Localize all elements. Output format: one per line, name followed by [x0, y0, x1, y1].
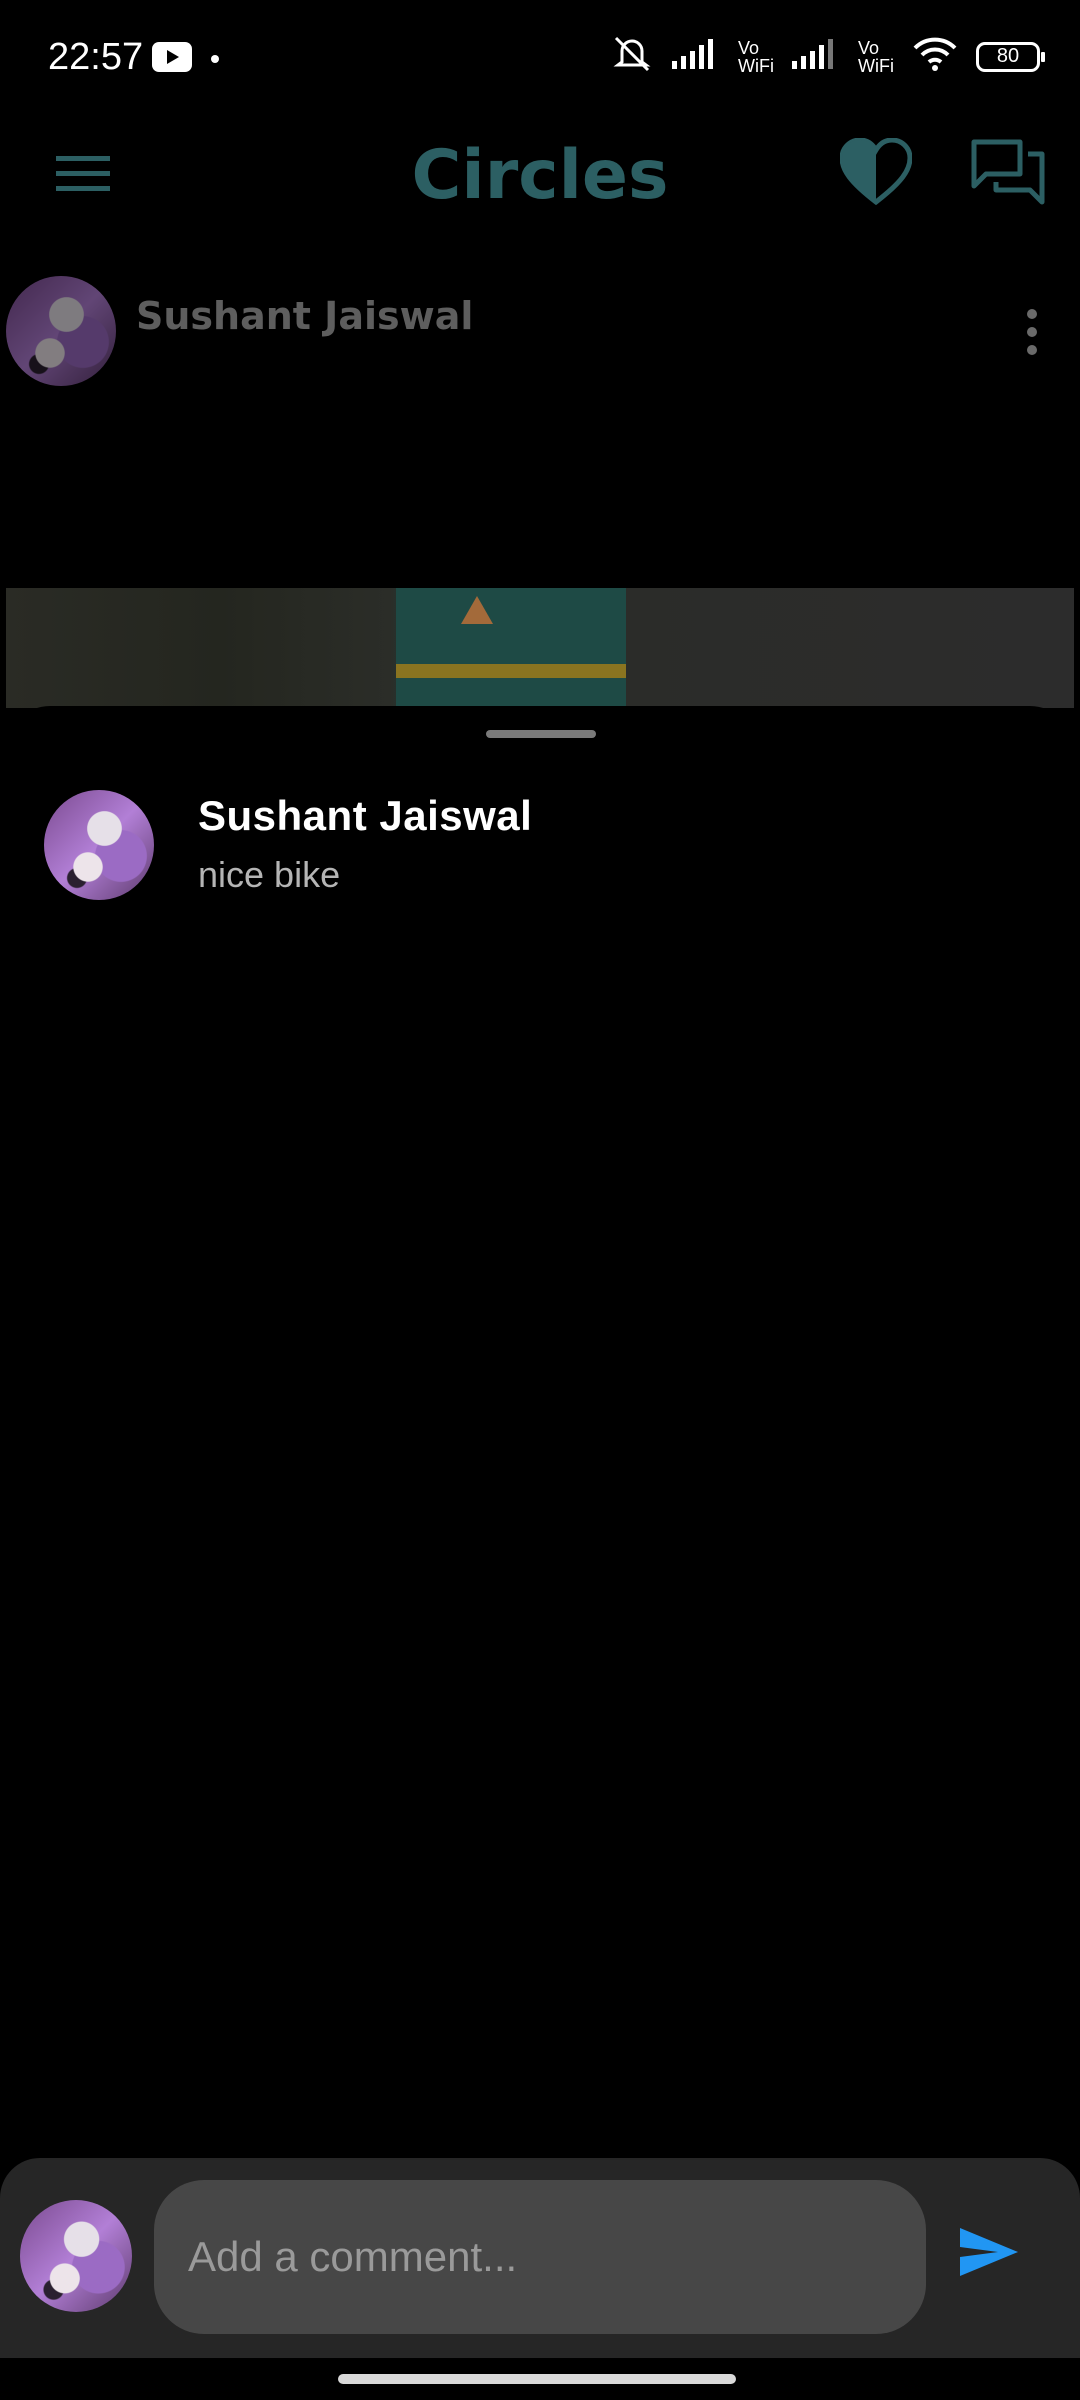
home-gesture-handle[interactable] — [338, 2374, 736, 2384]
post-author-name[interactable]: Sushant Jaiswal — [136, 294, 473, 338]
avatar — [20, 2200, 132, 2312]
drag-handle[interactable] — [486, 730, 596, 738]
vowifi-icon: Vo WiFi — [738, 39, 774, 75]
vowifi-top-label: Vo — [858, 37, 880, 58]
vowifi-top-label: Vo — [738, 37, 760, 58]
status-left-icons — [152, 42, 220, 77]
app-title: Circles — [411, 136, 669, 215]
post-header: Sushant Jaiswal — [0, 270, 1080, 390]
status-time: 22:57 — [48, 36, 144, 78]
signal-icon — [672, 39, 720, 74]
comment-author[interactable]: Sushant Jaiswal — [198, 792, 532, 840]
battery-level: 80 — [996, 45, 1020, 67]
youtube-icon — [152, 42, 192, 77]
app-header: Circles — [0, 120, 1080, 230]
battery-icon: 80 — [976, 41, 1045, 72]
comment-item: Sushant Jaiswal nice bike — [6, 782, 1074, 922]
mute-icon — [610, 34, 654, 79]
heart-icon[interactable] — [839, 137, 913, 211]
gesture-bar — [0, 2358, 1080, 2400]
vowifi-bottom-label: WiFi — [858, 55, 894, 76]
vowifi-bottom-label: WiFi — [738, 55, 775, 76]
status-right-icons: Vo WiFi Vo WiFi 80 — [610, 34, 1045, 79]
vowifi-icon: Vo WiFi — [858, 39, 894, 75]
comment-text: nice bike — [198, 854, 341, 895]
more-options-icon[interactable] — [1026, 308, 1038, 361]
signal-icon — [792, 39, 840, 74]
post-photo-content — [396, 588, 626, 708]
status-bar: 22:57 Vo WiFi Vo WiFi 80 — [0, 0, 1080, 120]
dot-icon — [210, 51, 220, 69]
chat-icon[interactable] — [970, 138, 1046, 213]
comment-input-bar — [0, 2158, 1080, 2358]
wifi-icon — [912, 36, 958, 77]
comment-input[interactable] — [154, 2180, 926, 2334]
avatar[interactable] — [44, 790, 154, 900]
send-icon[interactable] — [958, 2226, 1020, 2283]
avatar[interactable] — [6, 276, 116, 386]
comments-sheet: Sushant Jaiswal nice bike — [6, 706, 1074, 2156]
post-image[interactable] — [6, 588, 1074, 708]
